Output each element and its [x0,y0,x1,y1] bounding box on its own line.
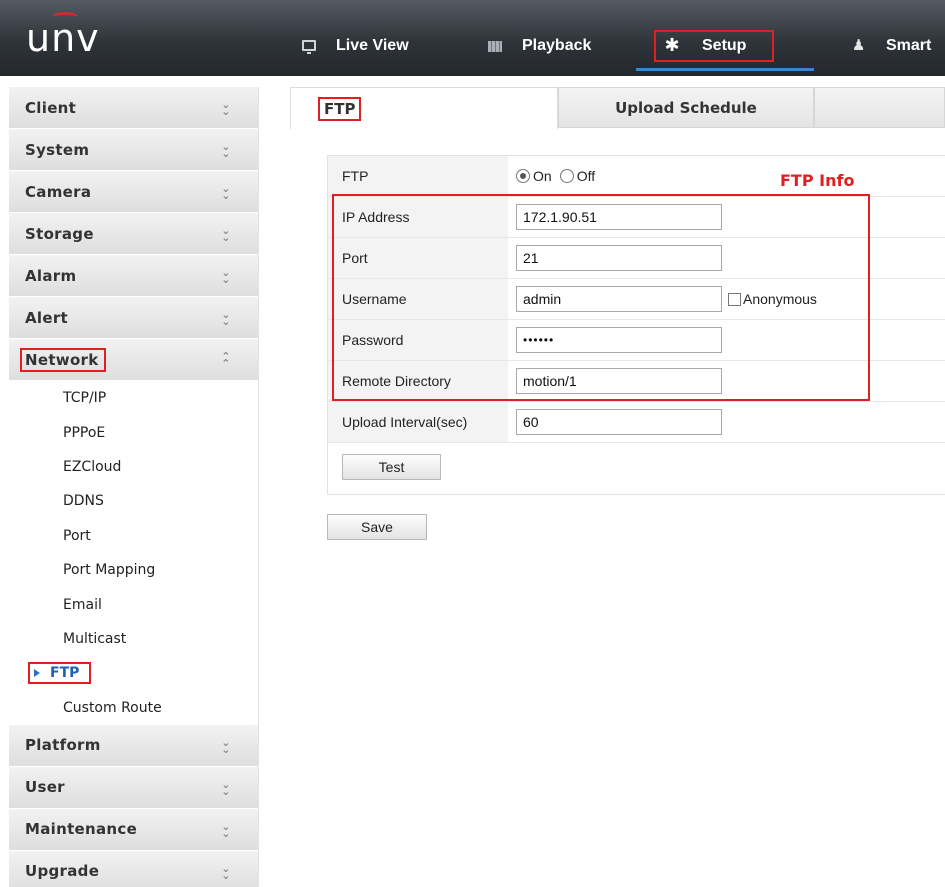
chevron-down-icon: ⌄ ⌄ [221,98,231,118]
sidebar-section-maintenance[interactable]: Maintenance ⌄ ⌄ [9,808,258,851]
sidebar-item-label: DDNS [63,493,104,510]
nav-smart[interactable]: ♟ Smart [852,30,931,62]
sidebar-item-pppoe[interactable]: PPPoE [9,415,258,449]
sidebar-section-camera[interactable]: Camera ⌄ ⌄ [9,171,258,213]
upload-interval-label: Upload Interval(sec) [328,402,508,442]
sidebar-section-label: Upgrade [25,862,100,881]
sidebar-section-upgrade[interactable]: Upgrade ⌄ ⌄ [9,850,258,887]
sidebar-section-label: Alarm [25,266,77,285]
caret-right-icon [34,669,40,678]
tab-upload-schedule-label: Upload Schedule [615,98,757,117]
sidebar-item-ftp[interactable]: FTP [9,656,258,690]
ftp-on-radio[interactable] [516,169,530,183]
sidebar-item-port-mapping[interactable]: Port Mapping [9,553,258,587]
active-nav-indicator [636,68,814,71]
chevron-down-icon: ⌄ ⌄ [221,777,231,798]
sidebar-section-label: Platform [25,736,101,755]
sidebar-section-label: Storage [25,224,94,243]
sidebar-item-tcp-ip[interactable]: TCP/IP [9,381,258,415]
ftp-radio-group: On Off [508,156,603,196]
sidebar-item-label: Email [63,596,102,613]
chevron-down-icon: ⌄ ⌄ [221,266,231,286]
ftp-label: FTP [328,156,508,196]
sidebar-section-alert[interactable]: Alert ⌄ ⌄ [9,297,258,339]
chevron-up-icon: ⌃ ⌃ [221,350,231,370]
sidebar-section-label: Camera [25,182,92,201]
chevron-down-icon: ⌄ ⌄ [221,861,231,882]
ftp-off-label: Off [576,168,596,184]
sidebar-item-email[interactable]: Email [9,587,258,621]
sidebar-item-custom-route[interactable]: Custom Route [9,691,258,725]
monitor-icon [302,39,316,54]
sidebar-section-alarm[interactable]: Alarm ⌄ ⌄ [9,255,258,297]
sidebar-section-label: User [25,778,65,797]
nav-playback-label: Playback [522,37,592,54]
active-item-highlight: FTP [28,662,91,685]
film-icon [488,40,502,52]
sidebar-section-label: Alert [25,308,68,327]
tab-ftp[interactable]: FTP [290,87,558,129]
sidebar-item-label: EZCloud [63,458,122,475]
sidebar-section-platform[interactable]: Platform ⌄ ⌄ [9,724,258,767]
chevron-down-icon: ⌄ ⌄ [221,182,231,202]
unv-logo: unv [26,16,100,60]
sidebar-section-system[interactable]: System ⌄ ⌄ [9,129,258,171]
sidebar-section-label: Client [25,98,77,117]
gear-icon: ✱ [664,35,680,55]
tab-upload-schedule[interactable]: Upload Schedule [558,87,814,128]
top-nav-bar: unv Live View Playback ✱ Setup ♟ Smart [0,0,945,76]
upload-interval-input[interactable]: 60 [516,409,722,435]
chevron-down-icon: ⌄ ⌄ [221,140,231,160]
nav-live-view[interactable]: Live View [302,30,409,62]
chevron-down-icon: ⌄ ⌄ [221,819,231,840]
sidebar-item-port[interactable]: Port [9,519,258,553]
sidebar-item-ezcloud[interactable]: EZCloud [9,450,258,484]
sidebar-item-label: Custom Route [63,699,162,716]
sidebar-section-storage[interactable]: Storage ⌄ ⌄ [9,213,258,255]
sidebar-item-label: Multicast [63,630,127,647]
sidebar-item-label: Port [63,527,91,544]
sidebar-section-label: Maintenance [25,820,138,839]
nav-playback[interactable]: Playback [488,30,591,62]
tab-bar: FTP Upload Schedule [290,87,945,129]
upload-interval-row: Upload Interval(sec) 60 [328,402,945,443]
save-button[interactable]: Save [327,514,427,540]
sidebar-item-label: PPPoE [63,424,106,441]
chevron-down-icon: ⌄ ⌄ [221,735,231,756]
person-icon: ♟ [852,37,866,54]
ftp-off-radio[interactable] [559,169,574,183]
chevron-down-icon: ⌄ ⌄ [221,308,231,328]
sidebar-section-network[interactable]: Network ⌃ ⌃ [9,339,258,381]
sidebar-section-client[interactable]: Client ⌄ ⌄ [9,87,258,129]
sidebar-item-multicast[interactable]: Multicast [9,622,258,656]
test-button[interactable]: Test [342,454,441,480]
ftp-info-annotation: FTP Info [780,171,855,190]
sidebar-section-label: System [25,140,90,159]
nav-setup[interactable]: ✱ Setup [654,30,774,62]
nav-setup-label: Setup [702,37,747,54]
ftp-on-label: On [533,168,552,184]
nav-smart-label: Smart [886,37,932,54]
chevron-down-icon: ⌄ ⌄ [221,224,231,244]
tab-ftp-label: FTP [318,96,362,121]
sidebar-section-label: Network [20,347,106,372]
sidebar-item-label: FTP [50,665,80,682]
tab-bar-filler [814,87,945,128]
ftp-info-highlight-box [332,194,870,401]
nav-live-view-label: Live View [336,37,409,54]
sidebar-section-user[interactable]: User ⌄ ⌄ [9,766,258,809]
sidebar-item-label: TCP/IP [63,390,107,407]
sidebar-item-ddns[interactable]: DDNS [9,484,258,518]
sidebar-item-label: Port Mapping [63,562,156,579]
settings-sidebar: Client ⌄ ⌄ System ⌄ ⌄ Camera ⌄ ⌄ Storage ⌄ ⌄… [9,87,259,887]
